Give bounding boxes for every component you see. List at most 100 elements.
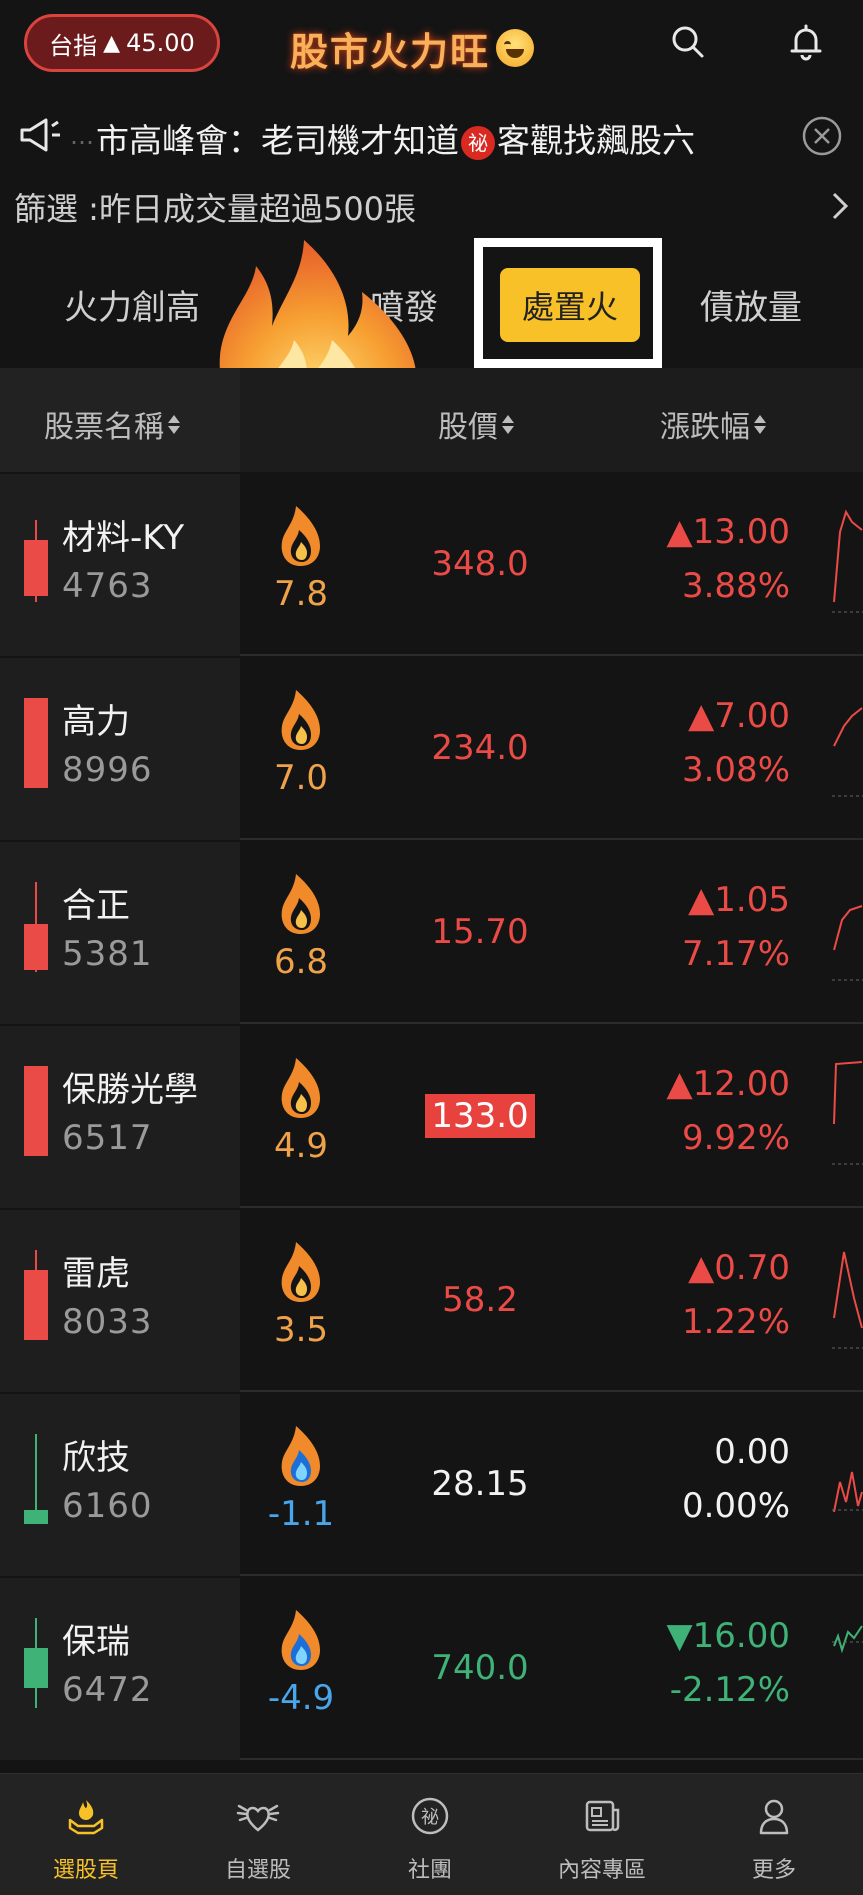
stock-code: 6160 (62, 1486, 153, 1526)
stock-name: 保勝光學 (62, 1070, 198, 1110)
ticker-text-a: 市高峰會：老司機才知道 (96, 121, 459, 160)
price-change: ▲7.00 (688, 696, 790, 736)
percent-change: 7.17% (681, 934, 790, 974)
filter-bar[interactable]: 篩選 :昨日成交量超過500張 (0, 176, 863, 238)
percent-change: -2.12% (669, 1670, 790, 1710)
fire-score: -1.1 (267, 1494, 335, 1534)
fire-score: 6.8 (273, 942, 329, 982)
price-change: ▲13.00 (666, 512, 790, 552)
col-price-label: 股價 (438, 410, 498, 445)
nav-label: 自選股 (224, 1858, 291, 1883)
secret-circle-icon: 祕 (411, 1797, 449, 1835)
nav-more[interactable]: 更多 (688, 1774, 860, 1895)
nav-community[interactable]: 祕 社團 (344, 1774, 516, 1895)
fire-icon (281, 506, 320, 566)
stock-price: 740.0 (431, 1648, 529, 1688)
fire-score: 7.8 (273, 574, 329, 614)
stock-code: 5381 (62, 934, 153, 974)
percent-change: 3.08% (681, 750, 790, 790)
secret-badge-icon: 祕 (461, 125, 495, 160)
hand-fire-icon (68, 1800, 104, 1835)
nav-content[interactable]: 內容專區 (516, 1774, 688, 1895)
chevron-right-icon[interactable] (828, 188, 852, 224)
price-change: ▲1.05 (688, 880, 790, 920)
app-title-text: 股市火力旺 (290, 28, 491, 74)
table-row[interactable]: 保勝光學 6517 4.9 133.0 ▲12.00 9.92% (0, 1026, 863, 1208)
grin-emoji-icon (496, 29, 535, 67)
svg-text:祕: 祕 (421, 1807, 439, 1828)
bottom-navigation: 選股頁 自選股 祕 社團 內容專區 更多 (0, 1773, 863, 1895)
nav-label: 內容專區 (557, 1858, 646, 1883)
sparkline (832, 509, 863, 613)
close-ticker-icon[interactable] (802, 116, 842, 156)
app-title: 股市火力旺 (290, 18, 535, 78)
fire-icon (281, 690, 320, 750)
index-arrow: ▲ (103, 30, 121, 56)
sort-icon (502, 411, 516, 437)
fire-score: 4.9 (273, 1126, 329, 1166)
tab-disposition[interactable]: 處置火 (500, 268, 640, 342)
percent-change: 3.88% (681, 566, 790, 606)
table-row[interactable]: 保瑞 6472 -4.9 740.0 ▼16.00 -2.12% (0, 1578, 863, 1760)
tab-fire-high[interactable]: 火力創高 (64, 280, 200, 329)
price-change: 0.00 (714, 1432, 790, 1472)
stock-code: 6472 (62, 1670, 153, 1710)
sparkline (832, 905, 863, 981)
stock-price: 15.70 (431, 912, 529, 952)
sparkline (832, 1251, 863, 1349)
stock-price-limit-up: 133.0 (400, 1094, 560, 1138)
price-change: ▲0.70 (688, 1248, 790, 1288)
stock-code: 8996 (62, 750, 153, 790)
stock-name: 材料-KY (62, 518, 185, 558)
filter-label: 篩選 :昨日成交量超過500張 (14, 190, 417, 228)
index-label: 台指 (49, 31, 98, 60)
fire-icon (281, 1058, 320, 1118)
table-row[interactable]: 雷虎 8033 3.5 58.2 ▲0.70 1.22% (0, 1210, 863, 1392)
nav-label: 社團 (407, 1858, 452, 1883)
col-change-label: 漲跌幅 (660, 410, 750, 445)
sparkline (832, 1625, 863, 1654)
stock-name: 保瑞 (62, 1622, 130, 1662)
newspaper-icon (585, 1800, 620, 1832)
stock-name: 雷虎 (62, 1254, 130, 1294)
col-name-label: 股票名稱 (44, 410, 164, 445)
tab-volume[interactable]: 債放量 (700, 280, 802, 329)
nav-label: 更多 (751, 1858, 796, 1883)
price-change: ▼16.00 (666, 1616, 790, 1656)
table-row[interactable]: 欣技 6160 -1.1 28.15 0.00 0.00% (0, 1394, 863, 1576)
stock-price: 58.2 (442, 1280, 518, 1320)
percent-change: 0.00% (681, 1486, 790, 1526)
stock-code: 4763 (62, 566, 153, 606)
blue-fire-icon (281, 1610, 320, 1670)
table-row[interactable]: 高力 8996 7.0 234.0 ▲7.00 3.08% (0, 658, 863, 840)
bell-icon[interactable] (786, 22, 826, 62)
index-badge[interactable]: 台指 ▲ 45.00 (24, 14, 220, 72)
stock-name: 合正 (62, 886, 130, 926)
sort-change-header[interactable]: 漲跌幅 (660, 402, 768, 446)
ticker-text-b: 客觀找飆股六 (497, 121, 695, 160)
nav-watchlist[interactable]: 自選股 (172, 1774, 344, 1895)
search-icon[interactable] (668, 22, 708, 62)
announcement-ticker[interactable]: … 市高峰會：老司機才知道祕客觀找飆股六 (0, 100, 863, 172)
sort-name-header[interactable]: 股票名稱 (44, 402, 182, 446)
fire-score: -4.9 (267, 1678, 335, 1718)
sparkline (832, 1061, 863, 1165)
table-row[interactable]: 材料-KY 4763 7.8 348.0 ▲13.00 3.88% (0, 474, 863, 656)
nav-stock-picker[interactable]: 選股頁 (0, 1774, 172, 1895)
stock-price: 28.15 (431, 1464, 529, 1504)
table-row[interactable]: 合正 5381 6.8 15.70 ▲1.05 7.17% (0, 842, 863, 1024)
price-change: ▲12.00 (666, 1064, 790, 1104)
sparkline (832, 707, 863, 797)
stock-code: 8033 (62, 1302, 153, 1342)
fire-score: 7.0 (273, 758, 329, 798)
percent-change: 9.92% (681, 1118, 790, 1158)
blue-fire-icon (281, 1426, 320, 1486)
megaphone-icon (20, 118, 60, 152)
fire-icon (281, 874, 320, 934)
sparkline (832, 1471, 863, 1513)
ticker-text: 市高峰會：老司機才知道祕客觀找飆股六 (96, 114, 786, 162)
sort-price-header[interactable]: 股價 (438, 402, 516, 446)
winged-heart-icon (236, 1804, 280, 1832)
fire-icon (281, 1242, 320, 1302)
stock-price: 234.0 (431, 728, 529, 768)
